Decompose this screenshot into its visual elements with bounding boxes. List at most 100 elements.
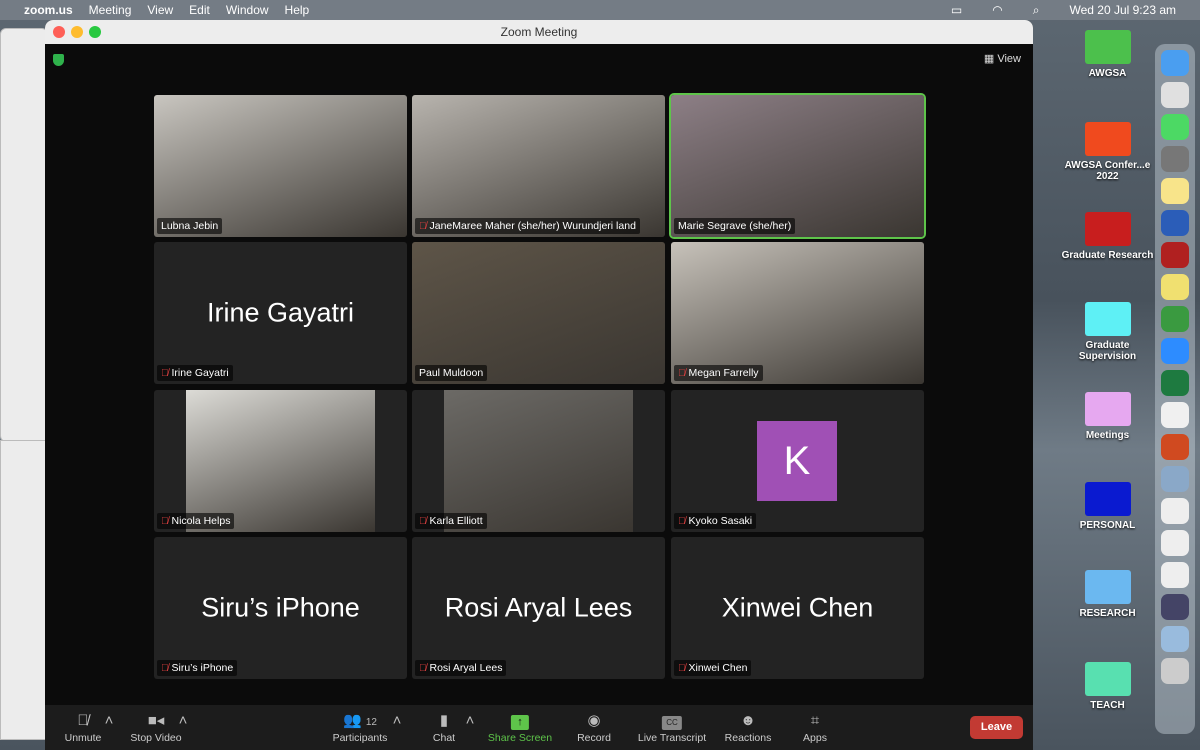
audio-options-caret[interactable]: ˄ — [105, 710, 114, 732]
apps-icon: ⌗ — [810, 712, 820, 729]
participant-tile[interactable]: 🎙̸ Megan Farrelly — [671, 242, 924, 384]
wifi-icon[interactable]: ◠ — [992, 3, 1002, 17]
security-shield-icon[interactable] — [53, 54, 64, 66]
closed-caption-icon: CC — [662, 716, 682, 730]
document-3-icon[interactable] — [1161, 562, 1189, 588]
zoom-button[interactable] — [89, 26, 101, 38]
muted-mic-icon: 🎙̸ — [77, 712, 89, 729]
muted-mic-icon: 🎙̸ — [678, 367, 686, 379]
participant-display-name: Xinwei Chen — [721, 592, 874, 623]
battery-icon[interactable]: ▭ — [951, 3, 962, 17]
desktop-folder[interactable]: Graduate Supervision — [1060, 302, 1155, 362]
background-window-lower[interactable] — [0, 440, 48, 740]
zoom-icon[interactable] — [1161, 338, 1189, 364]
excel-icon[interactable] — [1161, 370, 1189, 396]
menu-view[interactable]: View — [147, 3, 173, 17]
menu-help[interactable]: Help — [285, 3, 310, 17]
participant-tile[interactable]: Irine Gayatri 🎙̸ Irine Gayatri — [154, 242, 407, 384]
participants-options-caret[interactable]: ˄ — [393, 710, 402, 732]
record-button[interactable]: ◉ Record — [577, 710, 611, 744]
participant-name-label: 🎙̸ Karla Elliott — [415, 513, 487, 529]
participants-icon: 👥 — [343, 712, 362, 729]
preview-icon[interactable] — [1161, 466, 1189, 492]
leave-button[interactable]: Leave — [970, 716, 1023, 739]
chrome-icon[interactable] — [1161, 402, 1189, 428]
participants-button[interactable]: 👥 12 Participants — [333, 710, 388, 744]
participant-video — [186, 390, 375, 532]
chat-options-caret[interactable]: ˄ — [466, 710, 475, 732]
share-screen-button[interactable]: ↑ Share Screen — [488, 710, 552, 744]
document-2-icon[interactable] — [1161, 530, 1189, 556]
stop-video-button[interactable]: ■◂ Stop Video — [130, 710, 181, 744]
preview-window-icon[interactable] — [1161, 626, 1189, 652]
menu-window[interactable]: Window — [226, 3, 269, 17]
launchpad-icon[interactable] — [1161, 82, 1189, 108]
participant-tile[interactable]: Rosi Aryal Lees 🎙̸ Rosi Aryal Lees — [412, 537, 665, 679]
desktop-folder[interactable]: TEACH — [1060, 662, 1155, 711]
participant-tile[interactable]: Paul Muldoon — [412, 242, 665, 384]
participant-tile[interactable]: Xinwei Chen 🎙̸ Xinwei Chen — [671, 537, 924, 679]
participant-name-label: 🎙̸ Rosi Aryal Lees — [415, 660, 507, 676]
participant-name-label: Paul Muldoon — [415, 365, 488, 381]
view-button[interactable]: ▦ View — [984, 52, 1021, 65]
desktop-folder[interactable]: RESEARCH — [1060, 570, 1155, 619]
live-transcript-button[interactable]: CC Live Transcript — [638, 710, 706, 744]
close-button[interactable] — [53, 26, 65, 38]
stickies-icon[interactable] — [1161, 274, 1189, 300]
acrobat-icon[interactable] — [1161, 242, 1189, 268]
participant-tile[interactable]: 🎙̸ Nicola Helps — [154, 390, 407, 532]
notes-icon[interactable] — [1161, 178, 1189, 204]
share-screen-icon: ↑ — [511, 715, 529, 730]
chrome-window-icon[interactable] — [1161, 594, 1189, 620]
search-icon[interactable]: ⌕ — [1033, 3, 1040, 18]
window-title: Zoom Meeting — [500, 25, 578, 39]
participant-video — [671, 242, 924, 384]
trash-icon[interactable] — [1161, 658, 1189, 684]
teams-video-icon[interactable] — [1161, 306, 1189, 332]
menu-bar: zoom.us Meeting View Edit Window Help ▭ ◠… — [0, 0, 1200, 20]
participant-tile[interactable]: 🎙̸ Karla Elliott — [412, 390, 665, 532]
participant-tile[interactable]: Marie Segrave (she/her) — [669, 93, 926, 239]
record-icon: ◉ — [587, 712, 601, 729]
apps-button[interactable]: ⌗ Apps — [803, 710, 827, 744]
folder-icon — [1084, 482, 1131, 516]
desktop-folder[interactable]: Meetings — [1060, 392, 1155, 441]
messages-icon[interactable] — [1161, 114, 1189, 140]
finder-icon[interactable] — [1161, 50, 1189, 76]
desktop-folder[interactable]: PERSONAL — [1060, 482, 1155, 531]
desktop-folder[interactable]: AWGSA Confer...e 2022 — [1060, 122, 1155, 182]
powerpoint-icon[interactable] — [1161, 434, 1189, 460]
folder-icon — [1084, 662, 1131, 696]
participant-name-label: 🎙̸ Irine Gayatri — [157, 365, 233, 381]
desktop-folder[interactable]: AWGSA — [1060, 30, 1155, 79]
menu-app[interactable]: zoom.us — [24, 3, 73, 17]
menu-meeting[interactable]: Meeting — [89, 3, 132, 17]
participant-tile[interactable]: Lubna Jebin — [154, 95, 407, 237]
video-options-caret[interactable]: ˄ — [179, 710, 188, 732]
participant-name-label: Marie Segrave (she/her) — [674, 218, 796, 234]
system-preferences-icon[interactable] — [1161, 146, 1189, 172]
word-icon[interactable] — [1161, 210, 1189, 236]
chat-button[interactable]: ▮ Chat — [433, 710, 455, 744]
participant-tile[interactable]: 🎙̸ JaneMaree Maher (she/her) Wurundjeri l… — [412, 95, 665, 237]
video-gallery: ▦ View Lubna Jebin 🎙̸ JaneMaree Maher (she… — [45, 44, 1033, 705]
participant-video — [412, 242, 665, 384]
folder-icon — [1084, 30, 1131, 64]
participant-video — [671, 95, 924, 237]
participant-name-label: 🎙̸ Megan Farrelly — [674, 365, 763, 381]
minimize-button[interactable] — [71, 26, 83, 38]
meeting-toolbar: 🎙̸ Unmute ˄ ■◂ Stop Video ˄ 👥 12 Participan… — [45, 705, 1033, 750]
unmute-button[interactable]: 🎙̸ Unmute — [65, 710, 102, 744]
desktop-folder[interactable]: Graduate Research — [1060, 212, 1155, 261]
participant-tile[interactable]: K 🎙̸ Kyoko Sasaki — [671, 390, 924, 532]
caret-up-icon: ˄ — [104, 712, 114, 729]
clock[interactable]: Wed 20 Jul 9:23 am — [1069, 3, 1176, 17]
muted-mic-icon: 🎙̸ — [161, 662, 169, 674]
menu-edit[interactable]: Edit — [189, 3, 210, 17]
participant-tile[interactable]: Siru’s iPhone 🎙̸ Siru’s iPhone — [154, 537, 407, 679]
reactions-button[interactable]: ☻ Reactions — [725, 710, 772, 744]
background-window[interactable] — [0, 28, 48, 442]
folder-icon — [1084, 392, 1131, 426]
participant-name-label: 🎙̸ JaneMaree Maher (she/her) Wurundjeri l… — [415, 218, 640, 234]
document-1-icon[interactable] — [1161, 498, 1189, 524]
